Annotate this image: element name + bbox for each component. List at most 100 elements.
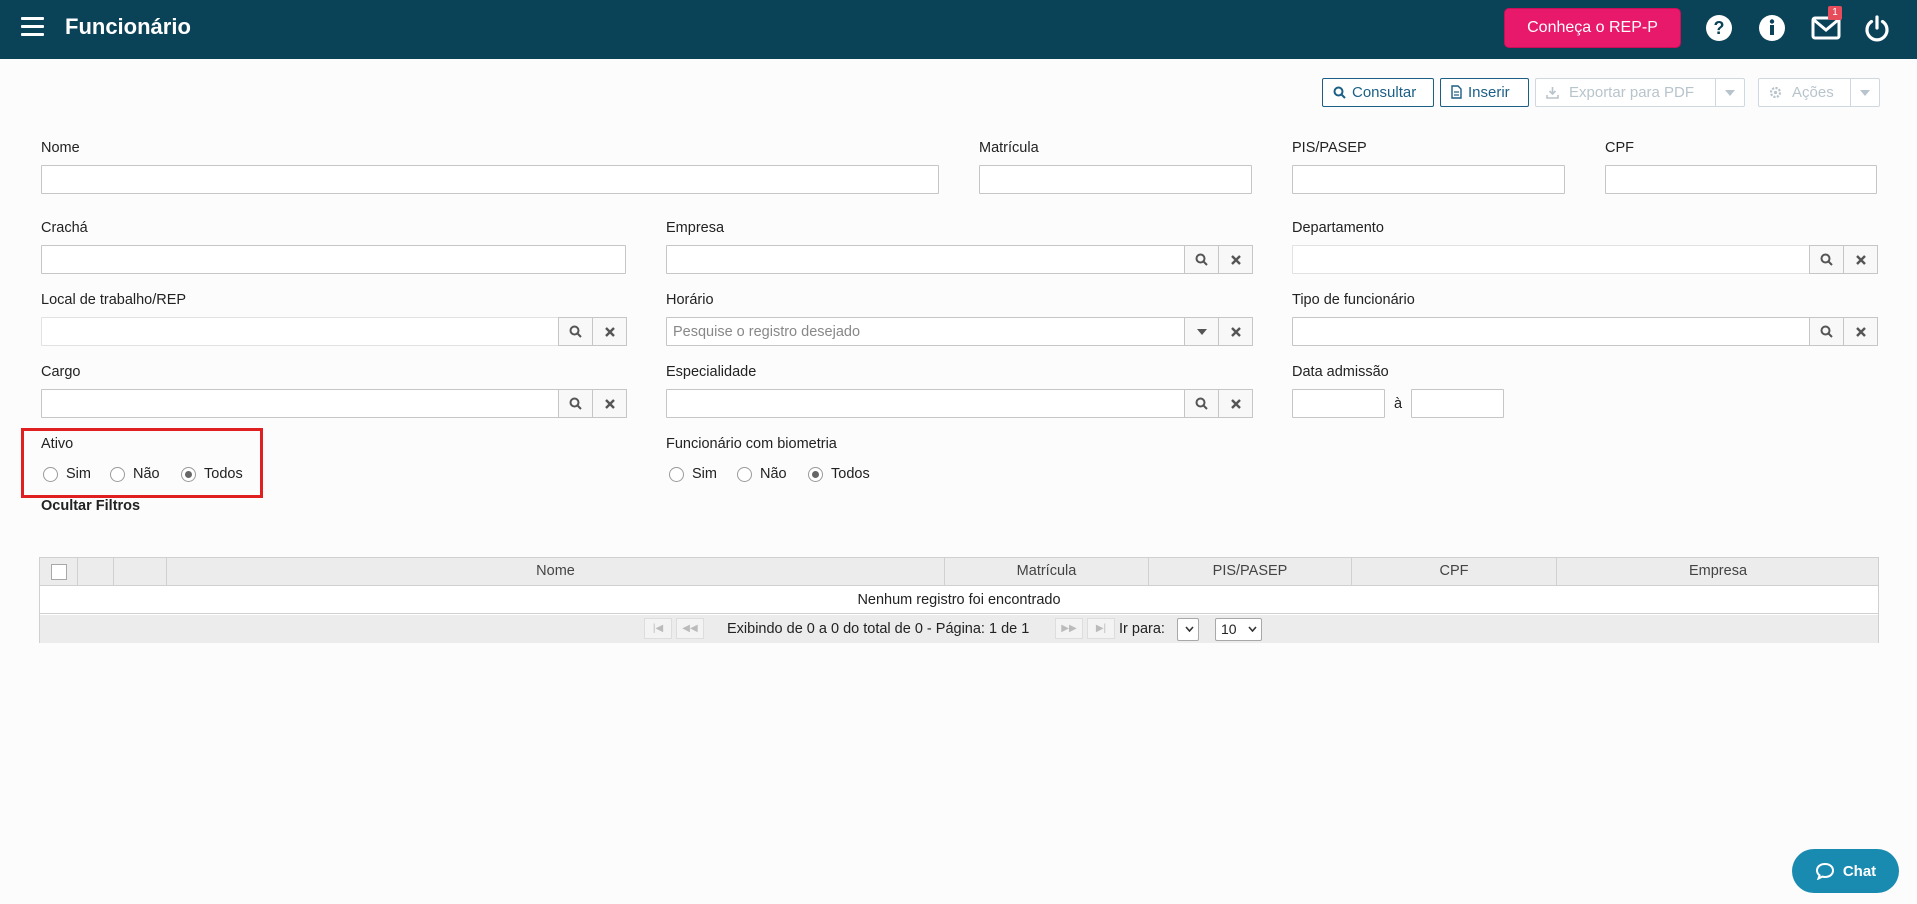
download-icon (1546, 87, 1559, 99)
nome-input[interactable] (42, 166, 938, 193)
column-header-pis[interactable]: PIS/PASEP (1149, 558, 1352, 585)
departamento-input[interactable] (1293, 246, 1806, 273)
empresa-input[interactable] (667, 246, 1181, 273)
acoes-button[interactable]: Ações (1758, 78, 1880, 107)
inserir-button[interactable]: Inserir (1440, 78, 1529, 107)
document-icon (1451, 85, 1462, 99)
cpf-input[interactable] (1606, 166, 1876, 193)
menu-icon[interactable] (21, 17, 44, 36)
table-header: Nome Matrícula PIS/PASEP CPF Empresa (40, 558, 1878, 586)
search-icon (1195, 253, 1208, 266)
horario-dropdown-button[interactable] (1184, 317, 1219, 346)
empresa-field[interactable] (666, 245, 1253, 274)
column-header-nome[interactable]: Nome (167, 558, 945, 585)
hide-filters-link[interactable]: Ocultar Filtros (41, 498, 140, 514)
rep-p-button[interactable]: Conheça o REP-P (1504, 8, 1681, 48)
data-admissao-end-input[interactable] (1412, 390, 1503, 417)
biometria-todos-radio[interactable]: Todos (808, 466, 870, 482)
cracha-input[interactable] (42, 246, 625, 273)
tipo-input[interactable] (1293, 318, 1806, 345)
data-admissao-end-field[interactable] (1411, 389, 1504, 418)
matricula-field[interactable] (979, 165, 1252, 194)
column-header-empresa[interactable]: Empresa (1557, 558, 1879, 585)
radio-circle[interactable] (737, 466, 752, 482)
empresa-clear-button[interactable] (1218, 245, 1253, 274)
cpf-field[interactable] (1605, 165, 1877, 194)
select-all-checkbox[interactable] (51, 564, 67, 580)
cargo-label: Cargo (41, 364, 81, 380)
horario-clear-button[interactable] (1218, 317, 1253, 346)
empresa-label: Empresa (666, 220, 725, 236)
power-icon[interactable] (1863, 14, 1891, 42)
svg-text:?: ? (1714, 18, 1725, 38)
especialidade-search-button[interactable] (1184, 389, 1219, 418)
close-icon (604, 398, 615, 409)
local-field[interactable] (41, 317, 627, 346)
empresa-search-button[interactable] (1184, 245, 1219, 274)
cargo-clear-button[interactable] (592, 389, 627, 418)
acoes-dropdown-toggle[interactable] (1850, 79, 1879, 106)
local-clear-button[interactable] (592, 317, 627, 346)
departamento-field[interactable] (1292, 245, 1878, 274)
cargo-field[interactable] (41, 389, 627, 418)
local-input[interactable] (42, 318, 556, 345)
prev-page-button[interactable]: ◀◀ (676, 618, 704, 639)
especialidade-input[interactable] (667, 390, 1181, 417)
matricula-input[interactable] (980, 166, 1251, 193)
goto-page-select[interactable] (1177, 618, 1199, 641)
chat-label: Chat (1842, 862, 1877, 880)
tipo-label: Tipo de funcionário (1292, 292, 1415, 308)
cargo-search-button[interactable] (558, 389, 593, 418)
tipo-field[interactable] (1292, 317, 1878, 346)
nome-field[interactable] (41, 165, 939, 194)
chevron-down-icon (1860, 90, 1870, 96)
horario-input[interactable] (667, 318, 1181, 345)
horario-field[interactable] (666, 317, 1253, 346)
exportar-dropdown-toggle[interactable] (1715, 79, 1744, 106)
data-admissao-start-field[interactable] (1292, 389, 1385, 418)
departamento-clear-button[interactable] (1843, 245, 1878, 274)
column-header-cpf[interactable]: CPF (1352, 558, 1557, 585)
page-size-select[interactable]: 10 (1215, 618, 1262, 641)
help-icon[interactable]: ? (1705, 14, 1733, 42)
nome-label: Nome (41, 140, 80, 156)
info-icon[interactable] (1758, 14, 1786, 42)
biometria-sim-radio[interactable]: Sim (669, 466, 717, 482)
local-search-button[interactable] (558, 317, 593, 346)
data-admissao-start-input[interactable] (1293, 390, 1384, 417)
column-header-matricula[interactable]: Matrícula (945, 558, 1149, 585)
search-icon (1195, 397, 1208, 410)
results-table: Nome Matrícula PIS/PASEP CPF Empresa Nen… (39, 557, 1879, 643)
goto-label: Ir para: (1119, 621, 1165, 637)
consultar-button[interactable]: Consultar (1322, 78, 1434, 107)
radio-circle-selected[interactable] (808, 466, 823, 482)
biometria-sim-label: Sim (692, 466, 717, 482)
especialidade-clear-button[interactable] (1218, 389, 1253, 418)
biometria-todos-label: Todos (831, 466, 870, 482)
close-icon (604, 326, 615, 337)
exportar-pdf-button[interactable]: Exportar para PDF (1535, 78, 1745, 107)
first-page-button[interactable]: |◀ (644, 618, 672, 639)
select-all-cell (40, 558, 78, 585)
cracha-field[interactable] (41, 245, 626, 274)
date-range-separator: à (1394, 396, 1403, 412)
tipo-clear-button[interactable] (1843, 317, 1878, 346)
chevron-down-icon (1196, 328, 1207, 335)
departamento-search-button[interactable] (1809, 245, 1844, 274)
pis-field[interactable] (1292, 165, 1565, 194)
cargo-input[interactable] (42, 390, 556, 417)
search-icon (1820, 325, 1833, 338)
pis-input[interactable] (1293, 166, 1564, 193)
next-page-button[interactable]: ▶▶ (1055, 618, 1083, 639)
chat-button[interactable]: Chat (1792, 849, 1899, 893)
notification-badge: 1 (1828, 6, 1842, 20)
tipo-search-button[interactable] (1809, 317, 1844, 346)
radio-circle[interactable] (669, 466, 684, 482)
especialidade-field[interactable] (666, 389, 1253, 418)
gear-icon (1769, 86, 1782, 99)
highlight-annotation-box (21, 428, 263, 498)
biometria-nao-radio[interactable]: Não (737, 466, 787, 482)
search-icon (1333, 86, 1346, 99)
last-page-button[interactable]: ▶| (1087, 618, 1115, 639)
page-size-value: 10 (1221, 621, 1237, 637)
